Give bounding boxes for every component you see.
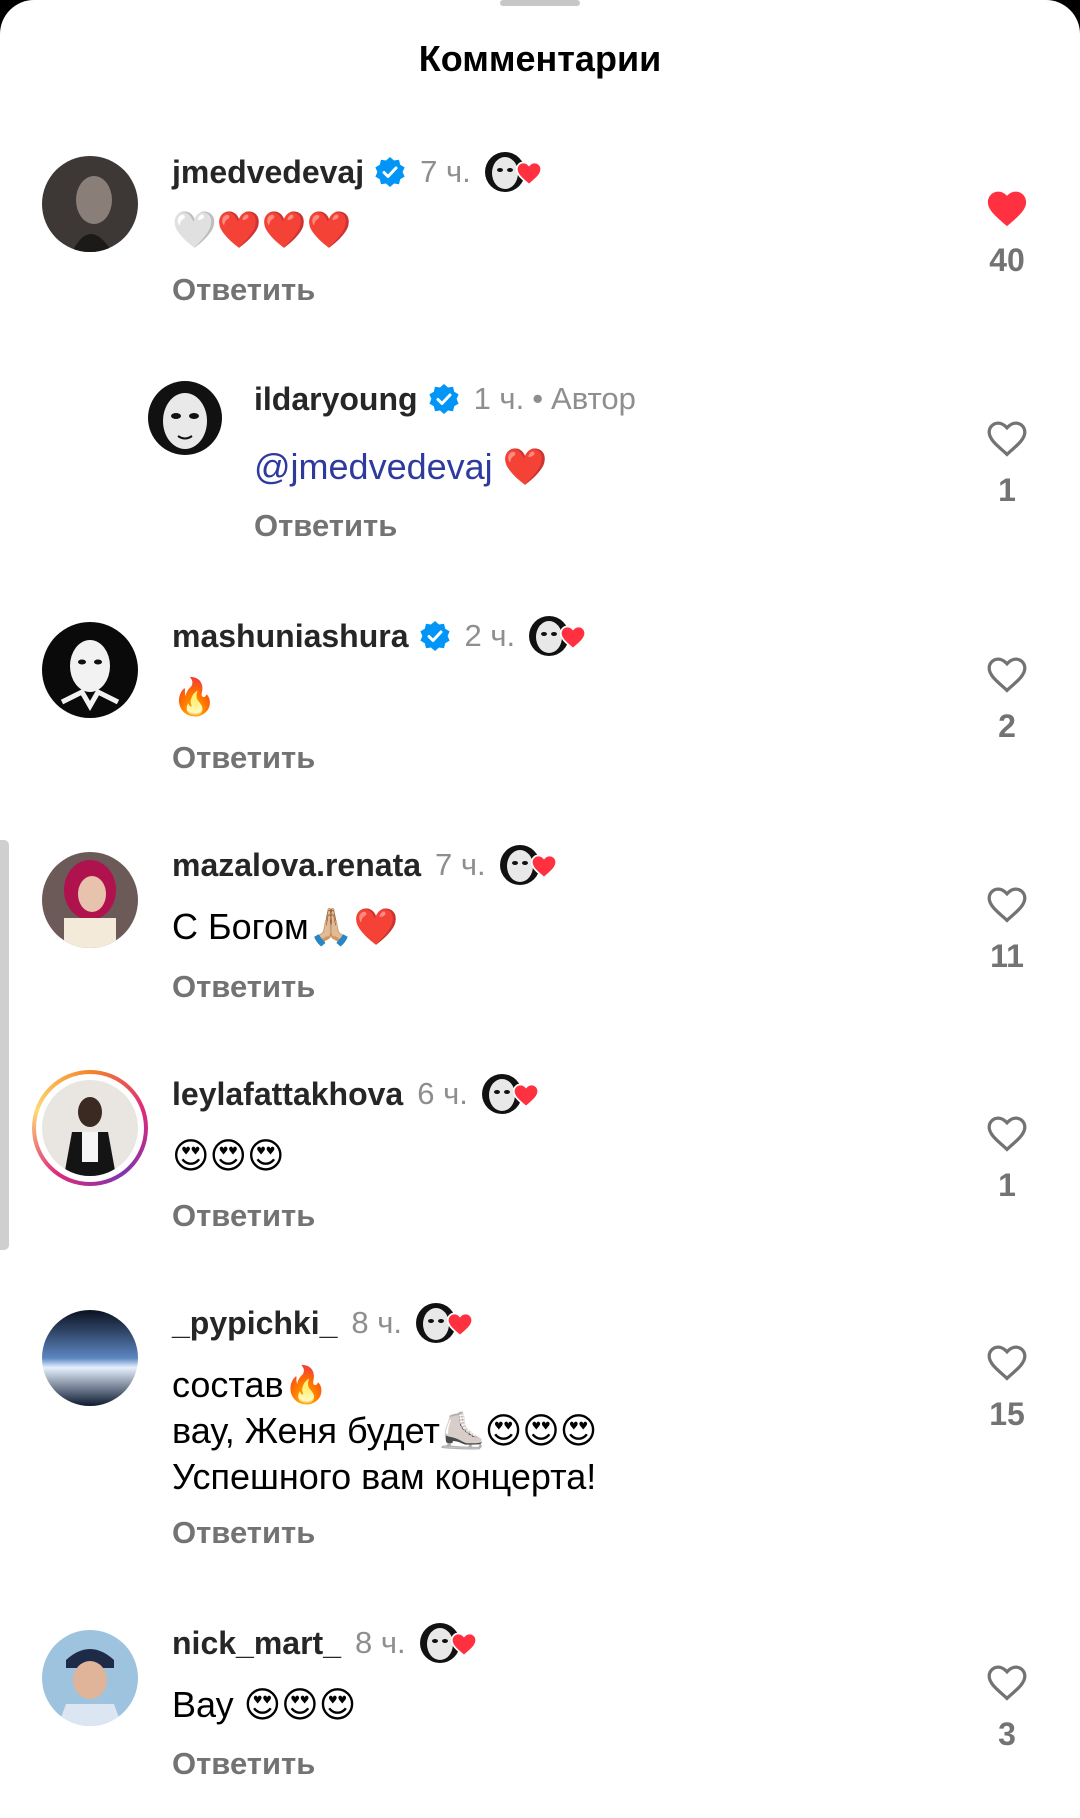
heart-outline-icon <box>987 421 1027 457</box>
author-badge: Автор <box>551 381 636 416</box>
liked-by-author-icon <box>419 1623 477 1663</box>
reply-button[interactable]: Ответить <box>172 272 315 308</box>
username[interactable]: _pypichki_ <box>172 1305 337 1342</box>
username[interactable]: mashuniashura <box>172 618 409 655</box>
like-button[interactable]: 1 <box>962 418 1052 509</box>
avatar[interactable] <box>148 381 222 455</box>
avatar[interactable] <box>42 622 138 718</box>
like-button[interactable]: 3 <box>962 1662 1052 1753</box>
like-count: 2 <box>998 708 1016 744</box>
comment-time: 7 ч. <box>420 154 471 189</box>
heart-outline-icon <box>987 887 1027 923</box>
avatar <box>42 1080 138 1176</box>
like-button[interactable]: 2 <box>962 654 1052 745</box>
heart-outline-icon <box>987 1665 1027 1701</box>
like-count: 1 <box>998 472 1016 508</box>
drag-handle[interactable] <box>500 0 580 6</box>
avatar[interactable] <box>42 852 138 948</box>
like-count: 11 <box>990 938 1024 974</box>
like-count: 15 <box>989 1396 1025 1432</box>
comment-text: 🤍❤️❤️❤️ <box>172 209 352 250</box>
verified-badge-icon <box>374 156 406 188</box>
heart-filled-icon <box>987 191 1027 227</box>
heart-outline-icon <box>987 1116 1027 1152</box>
comments-sheet: Комментарии jmedvedevaj 7 ч. 🤍❤️❤️❤️ Отв… <box>0 0 1080 1818</box>
like-button[interactable]: 15 <box>962 1342 1052 1433</box>
comment-text: 😍😍😍 <box>172 1135 285 1176</box>
comment-text: 🔥 <box>172 677 217 718</box>
heart-outline-icon <box>987 657 1027 693</box>
verified-badge-icon <box>419 620 451 652</box>
comment-time: 2 ч. <box>464 618 516 653</box>
separator-dot: • <box>532 381 544 416</box>
comment-time: 1 ч. <box>473 381 525 416</box>
username[interactable]: jmedvedevaj <box>172 154 364 191</box>
liked-by-author-icon <box>529 616 587 656</box>
like-button[interactable]: 11 <box>962 884 1052 975</box>
liked-by-author-icon <box>481 1074 539 1114</box>
like-count: 1 <box>998 1167 1016 1203</box>
reply-button[interactable]: Ответить <box>172 1515 315 1551</box>
comment-text: С Богом🙏🏼❤️ <box>172 906 399 947</box>
comment-time: 8 ч. <box>354 1625 406 1660</box>
reply-button[interactable]: Ответить <box>172 1746 315 1782</box>
like-button[interactable]: 1 <box>962 1113 1052 1204</box>
comment-time: 6 ч. <box>417 1076 468 1111</box>
like-button[interactable]: 40 <box>962 188 1052 279</box>
like-count: 3 <box>998 1716 1016 1752</box>
liked-by-author-icon <box>499 845 557 885</box>
page-title: Комментарии <box>418 38 662 79</box>
comment-text: @jmedvedevaj ❤️ <box>254 446 548 487</box>
avatar[interactable] <box>42 156 138 252</box>
username[interactable]: ildaryoung <box>254 381 418 418</box>
like-count: 40 <box>989 242 1025 278</box>
liked-by-author-icon <box>416 1303 474 1343</box>
reply-button[interactable]: Ответить <box>172 969 315 1005</box>
heart-outline-icon <box>987 1345 1027 1381</box>
scrollbar[interactable] <box>0 840 9 1250</box>
comment-time: 8 ч. <box>351 1305 403 1340</box>
verified-badge-icon <box>428 383 460 415</box>
mention-link[interactable]: @jmedvedevaj <box>254 446 493 487</box>
comment-text: Вау 😍😍😍 <box>172 1684 357 1725</box>
reply-button[interactable]: Ответить <box>254 508 397 544</box>
story-ring[interactable] <box>32 1070 148 1186</box>
reply-button[interactable]: Ответить <box>172 740 315 776</box>
comment-text: состав🔥 вау, Женя будет⛸️😍😍😍 Успешного в… <box>172 1364 598 1497</box>
avatar[interactable] <box>42 1630 138 1726</box>
liked-by-author-icon <box>484 152 542 192</box>
reply-button[interactable]: Ответить <box>172 1198 315 1234</box>
username[interactable]: nick_mart_ <box>172 1625 341 1662</box>
username[interactable]: mazalova.renata <box>172 847 421 884</box>
avatar[interactable] <box>42 1310 138 1406</box>
comment-time: 7 ч. <box>435 847 486 882</box>
username[interactable]: leylafattakhova <box>172 1076 403 1113</box>
